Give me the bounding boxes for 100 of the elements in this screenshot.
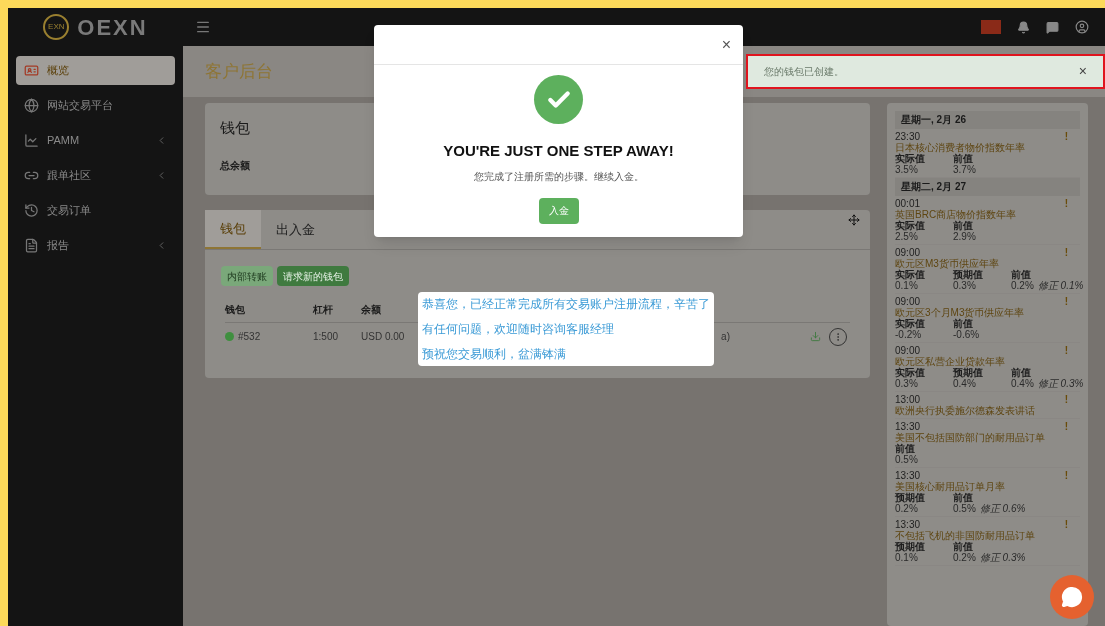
sidebar-item[interactable]: 报告 [16, 231, 175, 260]
revised-value: 修正 0.1% [1037, 280, 1084, 291]
figure-value: 0.5% [895, 454, 918, 465]
event-time: 13:30 [895, 421, 921, 432]
figure-label: 预期值 [953, 367, 984, 378]
sidebar-item[interactable]: 网站交易平台 [16, 91, 175, 120]
action-button[interactable]: 请求新的钱包 [277, 266, 349, 286]
figure-label: 实际值 [895, 367, 926, 378]
event-title[interactable]: 不包括飞机的非国防耐用品订单 [895, 530, 1080, 541]
figure-value: -0.2% [895, 329, 922, 340]
annotation-text: 恭喜您，已经正常完成所有交易账户注册流程，辛苦了 [422, 296, 710, 314]
sidebar-item-icon [24, 98, 39, 113]
event-time: 09:00 [895, 247, 921, 258]
table-cell-text: a) [721, 330, 730, 344]
figure-label: 实际值 [895, 220, 926, 231]
sidebar-item[interactable]: 跟单社区 [16, 161, 175, 190]
chat-icon[interactable] [1046, 20, 1059, 34]
figure-label: 预期值 [895, 492, 925, 503]
figure-value: 0.1% [895, 280, 918, 291]
event-time: 13:30 [895, 519, 921, 530]
page-title: 客户后台 [205, 60, 273, 83]
event-title[interactable]: 英国BRC商店物价指数年率 [895, 209, 1080, 220]
figure-label: 前值 [895, 443, 915, 454]
logo-wordmark: OEXN [77, 13, 148, 42]
event-time: 09:00 [895, 345, 921, 356]
total-balance-label: 总余额 [220, 159, 251, 173]
importance-mark: ! [1064, 470, 1069, 481]
close-button[interactable]: × [721, 32, 731, 57]
figure-value: 0.4% [953, 378, 976, 389]
event-time: 23:30 [895, 131, 921, 142]
event-title[interactable]: 欧元区私营企业贷款年率 [895, 356, 1080, 367]
deposit-button[interactable]: 入金 [538, 197, 579, 224]
move-icon[interactable] [848, 214, 860, 226]
bell-icon[interactable] [1017, 20, 1030, 34]
importance-mark: ! [1064, 296, 1069, 307]
importance-mark: ! [1064, 394, 1069, 405]
figure-label: 实际值 [895, 269, 926, 280]
event-time: 00:01 [895, 198, 921, 209]
importance-mark: ! [1064, 131, 1069, 142]
event-time: 09:00 [895, 296, 921, 307]
figure-label: 前值 [953, 541, 974, 552]
card-title: 钱包 [220, 118, 251, 138]
check-icon [534, 75, 583, 124]
menu-icon[interactable] [195, 19, 211, 35]
column-header: 余额 [361, 302, 382, 317]
sidebar-item-icon [24, 133, 39, 148]
event-title[interactable]: 美国不包括国防部门的耐用品订单 [895, 432, 1080, 443]
figure-value: 3.5% [895, 164, 918, 175]
toast-message: 您的钱包已创建。 [764, 65, 845, 79]
figure-label: 前值 [953, 318, 973, 329]
figure-value: -0.6% [953, 329, 980, 340]
figure-label: 前值 [953, 220, 974, 231]
event-title[interactable]: 日本核心消费者物价指数年率 [895, 142, 1080, 153]
sidebar-item[interactable]: PAMM [16, 126, 175, 155]
figure-value: 0.3% [953, 280, 976, 291]
day-header: 星期二, 2月 27 [895, 178, 1080, 196]
importance-mark: ! [1064, 421, 1069, 432]
day-header: 星期一, 2月 26 [895, 111, 1080, 129]
event-title[interactable]: 欧洲央行执委施尔德森发表讲话 [895, 405, 1080, 416]
figure-label: 前值 [953, 492, 973, 503]
figure-value: 0.2% [895, 503, 918, 514]
annotation-text: 有任何问题，欢迎随时咨询客服经理 [422, 321, 615, 338]
figure-label: 前值 [1011, 367, 1032, 378]
revised-value: 修正 0.6% [979, 503, 1026, 514]
figure-value: 2.9% [953, 231, 976, 242]
importance-mark: ! [1064, 519, 1069, 530]
figure-label: 实际值 [895, 153, 925, 164]
event-title[interactable]: 欧元区M3货币供应年率 [895, 258, 1080, 269]
table-cell: 1:500 [313, 322, 361, 350]
sidebar-item[interactable]: 交易订单 [16, 196, 175, 225]
figure-label: 前值 [953, 153, 973, 164]
tab[interactable]: 钱包 [205, 210, 261, 249]
sidebar-item[interactable]: 概览 [16, 56, 175, 85]
chat-bubble-icon [1061, 586, 1083, 608]
importance-mark: ! [1064, 198, 1069, 209]
figure-label: 实际值 [895, 318, 926, 329]
figure-label: 预期值 [953, 269, 983, 280]
logo-emblem: EXN [43, 14, 70, 40]
revised-value: 修正 0.3% [1037, 378, 1084, 389]
importance-mark: ! [1064, 247, 1069, 258]
modal-title: YOU'RE JUST ONE STEP AWAY! [443, 141, 674, 161]
figure-value: 0.2% [1011, 280, 1034, 291]
annotation-text: 预祝您交易顺利，盆满钵满 [422, 345, 567, 363]
figure-value: 0.3% [895, 378, 918, 389]
importance-mark: ! [1064, 345, 1069, 356]
figure-label: 前值 [1011, 269, 1032, 280]
figure-value: 3.7% [953, 164, 976, 175]
tab[interactable]: 出入金 [261, 210, 330, 249]
wallet-id: #532 [238, 330, 261, 344]
user-icon[interactable] [1075, 20, 1089, 34]
column-header: 杠杆 [313, 302, 334, 317]
figure-value: 0.2% [953, 552, 976, 563]
figure-label: 预期值 [895, 541, 925, 552]
close-button[interactable]: × [1078, 61, 1087, 82]
event-title[interactable]: 美国核心耐用品订单月率 [895, 481, 1080, 492]
figure-value: 0.1% [895, 552, 918, 563]
event-title[interactable]: 欧元区3个月M3货币供应年率 [895, 307, 1080, 318]
figure-value: 2.5% [895, 231, 918, 242]
sidebar-item-icon [24, 203, 39, 218]
revised-value: 修正 0.3% [979, 552, 1026, 563]
